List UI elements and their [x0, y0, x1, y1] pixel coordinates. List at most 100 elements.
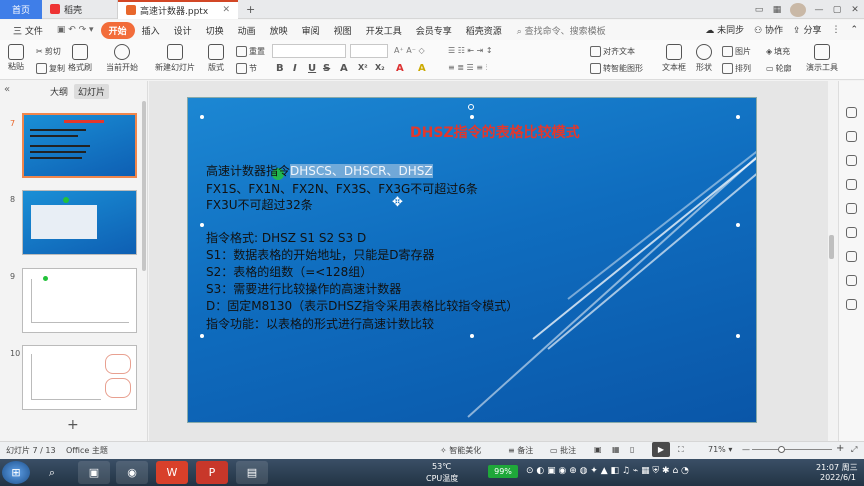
sync-status[interactable]: ☁ 未同步 — [705, 23, 744, 36]
menu-animation[interactable]: 动画 — [231, 24, 263, 37]
close-tab-icon[interactable]: ✕ — [222, 5, 230, 15]
slide-text-line[interactable]: 指令功能：以表格的形式进行高速计数比较 — [206, 315, 434, 332]
notes-button[interactable]: ≡ 备注 — [508, 445, 533, 456]
slide-text-line[interactable]: FX3U不可超过32条 — [206, 196, 313, 213]
paragraph-align-icons[interactable]: ≡ ≣ ☰ ≡ ⫶ — [448, 63, 487, 73]
object-property-icon[interactable] — [846, 107, 857, 118]
ppt-taskbar-icon[interactable]: P — [196, 461, 228, 484]
copy-button[interactable]: 复制 — [36, 63, 65, 74]
fit-slide-icon[interactable]: ⤢ — [851, 445, 857, 455]
zoom-out-button[interactable]: — — [742, 445, 750, 454]
start-button[interactable]: ⊞ — [2, 461, 30, 484]
font-size-select[interactable] — [350, 44, 388, 58]
file-menu[interactable]: 三 文件 — [6, 24, 50, 37]
close-window-button[interactable]: ✕ — [846, 5, 864, 15]
maximize-button[interactable]: ▢ — [828, 5, 846, 15]
menu-docer-resources[interactable]: 稻壳资源 — [459, 24, 509, 37]
battery-indicator[interactable]: 99% — [488, 465, 518, 478]
underline-button[interactable]: U — [308, 63, 316, 74]
slide-sorter-icon[interactable]: ▦ — [612, 445, 620, 454]
menu-review[interactable]: 审阅 — [295, 24, 327, 37]
slide-text-line[interactable]: 指令格式: DHSZ S1 S2 S3 D — [206, 229, 366, 246]
play-from-current-button[interactable]: 当前开始 — [106, 44, 138, 73]
format-painter-button[interactable]: 格式刷 — [68, 44, 92, 73]
selection-handle[interactable] — [736, 115, 740, 119]
canvas-scrollbar[interactable] — [829, 235, 834, 259]
plugin-icon[interactable] — [846, 275, 857, 286]
wps-taskbar-icon[interactable]: W — [156, 461, 188, 484]
slide-text-line[interactable]: 高速计数器指令DHSCS、DHSCR、DHSZ — [206, 162, 433, 179]
avatar[interactable] — [790, 2, 806, 17]
layout-icon[interactable]: ▦ — [768, 5, 786, 15]
text-shadow-button[interactable]: A — [340, 63, 348, 74]
superscript-button[interactable]: X² — [358, 63, 368, 72]
selection-handle[interactable] — [470, 115, 474, 119]
arrange-button[interactable]: 排列 — [722, 63, 751, 74]
slideshow-play-button[interactable]: ▶ — [652, 442, 670, 457]
current-slide[interactable]: DHSZ指令的表格比较模式 高速计数器指令DHSCS、DHSCR、DHSZ FX… — [187, 97, 757, 423]
bold-button[interactable]: B — [276, 63, 284, 74]
tab-home[interactable]: 首页 — [0, 0, 42, 19]
slide-text-line[interactable]: S3：需要进行比较操作的高速计数器 — [206, 280, 401, 297]
new-slide-button[interactable]: 新建幻灯片 — [155, 44, 195, 73]
backup-icon[interactable] — [846, 227, 857, 238]
selection-handle[interactable] — [736, 334, 740, 338]
panel-scrollbar[interactable] — [142, 101, 146, 271]
slide-text-line[interactable]: S1：数据表格的开始地址，只能是D寄存器 — [206, 246, 435, 263]
thumbnail-slide-7[interactable] — [22, 113, 137, 178]
menu-transition[interactable]: 切换 — [199, 24, 231, 37]
menu-developer[interactable]: 开发工具 — [359, 24, 409, 37]
app-taskbar-icon[interactable]: ◉ — [116, 461, 148, 484]
tray-icons[interactable]: ⊙ ◐ ▣ ◉ ⊕ ◍ ✦ ▲ ◧ ♫ ⌁ ▦ ⛨ ✱ ⌂ ◔ — [526, 466, 689, 476]
minimize-button[interactable]: — — [810, 5, 828, 15]
font-family-select[interactable] — [272, 44, 346, 58]
reset-button[interactable]: 重置 — [236, 46, 265, 57]
section-button[interactable]: 节 — [236, 63, 257, 74]
menu-insert[interactable]: 插入 — [135, 24, 167, 37]
zoom-slider-handle[interactable] — [778, 446, 785, 453]
thumbnail-slide-8[interactable] — [22, 190, 137, 255]
slide-title[interactable]: DHSZ指令的表格比较模式 — [410, 122, 580, 142]
quick-access-icons[interactable]: ▣ ↶ ↷ ▾ — [50, 25, 101, 35]
highlight-button[interactable]: A — [418, 63, 426, 74]
explorer-taskbar-icon[interactable]: ▣ — [78, 461, 110, 484]
picture-button[interactable]: 图片 — [722, 46, 751, 57]
font-size-adjust-icons[interactable]: A⁺ A⁻ ◇ — [394, 46, 425, 55]
paste-button[interactable]: 粘贴 — [8, 44, 24, 72]
help-icon[interactable] — [846, 203, 857, 214]
selection-handle[interactable] — [470, 334, 474, 338]
sidebar-pin-icon[interactable] — [846, 251, 857, 262]
normal-view-icon[interactable]: ▣ — [594, 445, 602, 454]
selection-handle[interactable] — [200, 115, 204, 119]
outline-button[interactable]: ▭ 轮廓 — [766, 63, 792, 74]
menu-design[interactable]: 设计 — [167, 24, 199, 37]
font-color-button[interactable]: A — [396, 63, 404, 74]
zoom-level[interactable]: 71% ▾ — [708, 445, 732, 454]
new-tab-button[interactable]: + — [238, 3, 263, 16]
layout-button[interactable]: 版式 — [208, 44, 224, 73]
paragraph-list-icons[interactable]: ☰ ☷ ⇤ ⇥ ↕ — [448, 46, 493, 55]
settings-icon[interactable] — [846, 299, 857, 310]
menu-home[interactable]: 开始 — [100, 21, 135, 39]
theme-name[interactable]: Office 主题 — [66, 445, 108, 456]
align-text-button[interactable]: 对齐文本 — [590, 46, 635, 57]
clock-time[interactable]: 21:07 周三 — [816, 462, 858, 473]
selection-handle[interactable] — [736, 223, 740, 227]
fit-window-icon[interactable]: ⛶ — [678, 445, 684, 455]
strikethrough-button[interactable]: S — [323, 63, 330, 74]
command-search[interactable]: ⌕ 查找命令、搜索模板 — [517, 24, 606, 37]
reading-view-icon[interactable]: ▯ — [630, 445, 634, 454]
share-button[interactable]: ⇪ 分享 — [793, 23, 821, 36]
tab-slides[interactable]: 幻灯片 — [74, 84, 110, 99]
slide-text-line[interactable]: S2：表格的组数（=<128组） — [206, 263, 372, 280]
sidebar-toggle-icon[interactable]: ▭ — [750, 5, 768, 15]
menu-view[interactable]: 视图 — [327, 24, 359, 37]
more-icon[interactable]: ⋮ — [831, 25, 840, 35]
cut-button[interactable]: ✂ 剪切 — [36, 46, 61, 57]
slide-text-line[interactable]: D：固定M8130（表示DHSZ指令采用表格比较指令模式） — [206, 297, 518, 314]
subscript-button[interactable]: X₂ — [375, 63, 385, 72]
collab-button[interactable]: ⚇ 协作 — [754, 23, 783, 36]
tab-outline[interactable]: 大纲 — [46, 84, 72, 99]
smart-beautify-button[interactable]: ✧ 智能美化 — [440, 445, 481, 456]
comments-button[interactable]: ▭ 批注 — [550, 445, 576, 456]
